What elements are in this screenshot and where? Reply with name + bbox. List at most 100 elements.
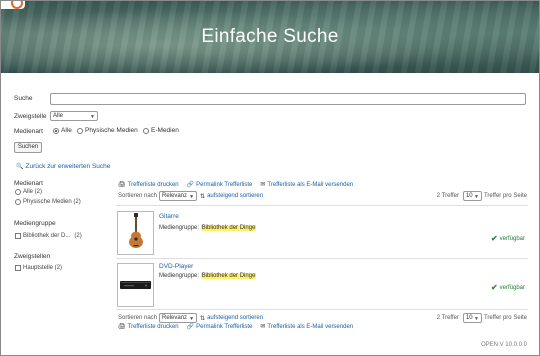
email-list-label: Trefferliste als E-Mail versenden <box>267 181 354 188</box>
radio-button[interactable] <box>15 199 21 205</box>
result-group: Mediengruppe: Bibliothek der Dinge <box>159 225 257 231</box>
checkbox[interactable] <box>15 233 21 239</box>
facet-item[interactable]: Alle (2) <box>15 189 42 195</box>
facet-title-medienart: Medienart <box>14 180 43 187</box>
version-footer: OPEN V 10.0.0.0 <box>480 342 527 348</box>
print-list-link[interactable]: 🖨 Trefferliste drucken <box>118 323 179 331</box>
divider <box>116 258 528 259</box>
sort-label: Sortieren nach <box>118 315 158 321</box>
facet-title-zweigstellen: Zweigstellen <box>14 253 51 260</box>
link-icon: 🔗 <box>186 324 195 330</box>
email-list-link[interactable]: ✉ Trefferliste als E-Mail versenden <box>260 323 354 331</box>
radio-label: Physische Medien <box>85 127 138 134</box>
branch-select[interactable]: Alle ▼ <box>50 111 98 121</box>
app-window: Einfache Suche Suche Zweigstelle Alle ▼ … <box>0 0 540 356</box>
radio-button[interactable] <box>53 127 59 134</box>
printer-icon: 🖨 <box>118 324 126 330</box>
medium-radio-physical[interactable]: Physische Medien <box>77 127 138 134</box>
hits-per-page-top: 2 Treffer 10 ▼ Treffer pro Seite <box>437 191 527 201</box>
availability-label: verfügbar <box>499 235 525 242</box>
search-label: Suche <box>14 95 33 102</box>
check-icon: ✔ <box>490 234 498 243</box>
advanced-search-link[interactable]: 🔍 Zurück zur erweiterten Suche <box>16 163 110 170</box>
sort-select-value: Relevanz <box>162 193 188 199</box>
sort-row-top: Sortieren nach Relevanz ▼ ⇅ aufsteigend s… <box>118 191 263 201</box>
facet-item[interactable]: Hauptstelle (2) <box>15 265 62 271</box>
facet-item[interactable]: Physische Medien (2) <box>15 199 81 205</box>
email-list-link[interactable]: ✉ Trefferliste als E-Mail versenden <box>260 181 354 189</box>
permalink-label: Permalink Trefferliste <box>196 181 253 188</box>
result-group-label: Mediengruppe: <box>159 273 200 279</box>
sort-row-bottom: Sortieren nach Relevanz ▼ ⇅ aufsteigend s… <box>118 313 263 323</box>
sort-select-value: Relevanz <box>162 315 188 321</box>
sort-order-link[interactable]: aufsteigend sortieren <box>207 315 263 321</box>
medium-radio-emedia[interactable]: E-Medien <box>143 127 179 134</box>
search-button[interactable]: Suchen <box>14 142 42 153</box>
radio-button[interactable] <box>143 127 149 134</box>
permalink-link[interactable]: 🔗 Permalink Trefferliste <box>186 181 253 189</box>
sort-ascending-icon: ⇅ <box>200 193 206 200</box>
per-page-select[interactable]: 10 ▼ <box>462 191 482 201</box>
result-toolbar-top: 🖨 Trefferliste drucken 🔗 Permalink Treffer… <box>118 181 361 189</box>
medium-label: Medienart <box>14 128 43 135</box>
print-list-link[interactable]: 🖨 Trefferliste drucken <box>118 181 179 189</box>
availability-status: ✔ verfügbar <box>491 283 525 292</box>
facet-count: (2) <box>74 233 82 239</box>
facet-item[interactable]: Bibliothek der D... (2) <box>15 233 82 239</box>
per-page-label: Treffer pro Seite <box>483 193 527 199</box>
link-icon: 🔗 <box>186 182 195 188</box>
per-page-select[interactable]: 10 ▼ <box>462 313 482 323</box>
result-thumbnail[interactable] <box>117 263 154 307</box>
chevron-down-icon: ▼ <box>474 194 479 200</box>
sort-ascending-icon: ⇅ <box>200 315 206 322</box>
chevron-down-icon: ▼ <box>189 194 195 200</box>
search-icon: 🔍 <box>16 164 24 170</box>
print-list-label: Trefferliste drucken <box>127 181 179 188</box>
branch-label: Zweigstelle <box>14 113 47 120</box>
result-title[interactable]: Gitarre <box>159 213 179 220</box>
radio-button[interactable] <box>15 189 21 195</box>
hit-count: 2 Treffer <box>436 315 459 321</box>
checkbox[interactable] <box>15 265 21 271</box>
result-toolbar-bottom: 🖨 Trefferliste drucken 🔗 Permalink Treffer… <box>118 323 361 331</box>
branch-select-value: Alle <box>53 113 64 119</box>
radio-button[interactable] <box>77 127 83 134</box>
chevron-down-icon: ▼ <box>90 114 95 120</box>
divider <box>116 309 528 310</box>
result-group-value: Bibliothek der Dinge <box>200 273 257 279</box>
search-input[interactable] <box>50 93 526 105</box>
radio-label: E-Medien <box>151 127 179 134</box>
guitar-icon <box>129 213 143 248</box>
chevron-down-icon: ▼ <box>189 316 195 322</box>
print-list-label: Trefferliste drucken <box>127 323 179 330</box>
result-thumbnail[interactable] <box>117 211 154 255</box>
page-title: Einfache Suche <box>201 26 339 47</box>
sort-select[interactable]: Relevanz ▼ <box>159 191 198 201</box>
result-group-label: Mediengruppe: <box>159 225 200 231</box>
logo[interactable] <box>1 1 25 9</box>
chevron-down-icon: ▼ <box>474 316 479 322</box>
sort-order-link[interactable]: aufsteigend sortieren <box>207 193 263 199</box>
result-group: Mediengruppe: Bibliothek der Dinge <box>159 273 257 279</box>
envelope-icon: ✉ <box>260 182 266 188</box>
permalink-link[interactable]: 🔗 Permalink Trefferliste <box>186 323 253 331</box>
radio-label: Alle <box>61 127 72 134</box>
sort-select[interactable]: Relevanz ▼ <box>159 313 198 323</box>
permalink-label: Permalink Trefferliste <box>196 323 253 330</box>
envelope-icon: ✉ <box>260 324 266 330</box>
sort-label: Sortieren nach <box>118 193 158 199</box>
facet-label: Bibliothek der D... <box>23 233 71 239</box>
hits-per-page-bottom: 2 Treffer 10 ▼ Treffer pro Seite <box>437 313 527 323</box>
facet-label: Physische Medien (2) <box>23 199 81 205</box>
facet-label: Alle (2) <box>23 189 43 195</box>
facet-label: Hauptstelle (2) <box>23 265 63 271</box>
result-title[interactable]: DVD-Player <box>159 263 193 270</box>
availability-label: verfügbar <box>499 284 525 291</box>
facet-title-mediengruppe: Mediengruppe <box>14 220 56 227</box>
medium-radio-all[interactable]: Alle <box>53 127 72 134</box>
printer-icon: 🖨 <box>118 182 126 188</box>
result-group-value: Bibliothek der Dinge <box>200 225 257 231</box>
per-page-label: Treffer pro Seite <box>483 315 527 321</box>
availability-status: ✔ verfügbar <box>491 234 525 243</box>
email-list-label: Trefferliste als E-Mail versenden <box>267 323 354 330</box>
